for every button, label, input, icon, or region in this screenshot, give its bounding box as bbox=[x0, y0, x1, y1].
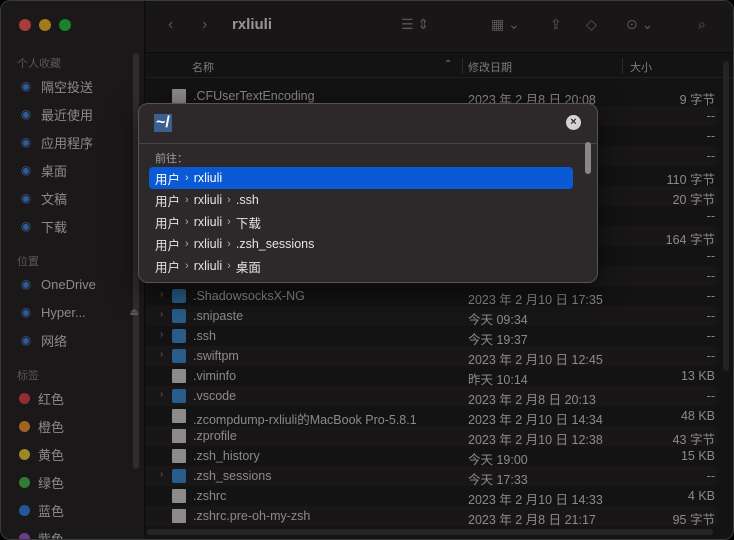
suggestion-item[interactable]: 用户 › rxliuli › 桌面 bbox=[149, 255, 573, 277]
path-component: .zsh_sessions bbox=[235, 237, 315, 251]
path-component: 用户 bbox=[155, 216, 181, 231]
divider bbox=[139, 143, 597, 144]
path-component: 桌面 bbox=[235, 260, 261, 275]
suggestion-item[interactable]: 用户 › rxliuli bbox=[149, 167, 573, 189]
path-component: rxliuli bbox=[193, 215, 223, 229]
path-separator-icon: › bbox=[227, 238, 231, 250]
path-component: rxliuli bbox=[193, 171, 223, 185]
path-component: .ssh bbox=[235, 193, 259, 207]
suggestion-scrollbar[interactable] bbox=[585, 142, 591, 174]
path-component: 下载 bbox=[235, 216, 261, 231]
path-component: 用户 bbox=[155, 238, 181, 253]
goto-label: 前往： bbox=[155, 153, 188, 165]
clear-icon[interactable]: × bbox=[566, 115, 581, 130]
path-separator-icon: › bbox=[185, 172, 189, 184]
path-input-value[interactable]: ~/ bbox=[154, 114, 172, 132]
suggestion-item[interactable]: 用户 › rxliuli › .ssh bbox=[149, 189, 573, 211]
path-separator-icon: › bbox=[227, 216, 231, 228]
path-component: 用户 bbox=[155, 194, 181, 209]
suggestion-item[interactable]: 用户 › rxliuli › 下载 bbox=[149, 211, 573, 233]
path-separator-icon: › bbox=[227, 260, 231, 272]
go-to-folder-dialog: ~/ × 前往： 用户 › rxliuli 用户 › rxliuli › .ssh 用户 › rxl… bbox=[138, 103, 598, 283]
path-component: 用户 bbox=[155, 172, 181, 187]
suggestion-list: 用户 › rxliuli 用户 › rxliuli › .ssh 用户 › rxliuli › 下载 用户… bbox=[149, 167, 573, 277]
path-separator-icon: › bbox=[185, 260, 189, 272]
path-component: rxliuli bbox=[193, 237, 223, 251]
path-separator-icon: › bbox=[227, 194, 231, 206]
path-component: rxliuli bbox=[193, 259, 223, 273]
suggestion-item[interactable]: 用户 › rxliuli › .zsh_sessions bbox=[149, 233, 573, 255]
path-separator-icon: › bbox=[185, 238, 189, 250]
finder-window: 个人收藏 ◉ 隔空投送 ◉ 最近使用 ◉ 应用程序 ◉ 桌面 ◉ 文稿 ◉ 下载 位置 ◉ OneDrive ◉… bbox=[0, 0, 734, 540]
path-component: 用户 bbox=[155, 260, 181, 275]
path-component: rxliuli bbox=[193, 193, 223, 207]
path-separator-icon: › bbox=[185, 216, 189, 228]
path-separator-icon: › bbox=[185, 194, 189, 206]
path-input[interactable]: ~/ × bbox=[151, 112, 587, 136]
